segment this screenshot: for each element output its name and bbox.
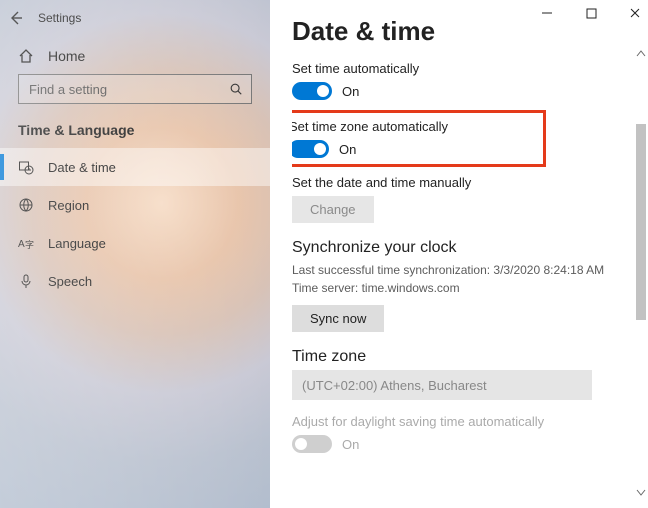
dst-state: On [342,437,359,452]
clock-calendar-icon [18,159,34,175]
maximize-button[interactable] [582,4,600,22]
set-time-auto-label: Set time automatically [292,61,624,76]
sidebar-home[interactable]: Home [18,40,252,74]
back-button[interactable] [6,8,26,28]
manual-label: Set the date and time manually [292,175,624,190]
home-icon [18,48,34,64]
sync-last: Last successful time synchronization: 3/… [292,261,624,279]
sync-heading: Synchronize your clock [292,239,624,257]
sidebar-home-label: Home [48,48,85,64]
search-field[interactable] [27,81,229,98]
scrollbar[interactable] [634,60,648,498]
maximize-icon [586,8,597,19]
scroll-up-icon[interactable] [634,46,648,60]
change-button[interactable]: Change [292,196,374,223]
close-icon [629,7,641,19]
set-tz-auto-toggle[interactable] [292,140,329,158]
minimize-icon [541,7,553,19]
dst-label: Adjust for daylight saving time automati… [292,414,624,429]
dst-toggle [292,435,332,453]
search-input[interactable] [18,74,252,104]
search-icon [229,82,243,96]
sync-now-button[interactable]: Sync now [292,305,384,332]
timezone-select[interactable]: (UTC+02:00) Athens, Bucharest [292,370,592,400]
sidebar-item-region[interactable]: Region [0,186,270,224]
set-time-auto-toggle[interactable] [292,82,332,100]
highlight-box: Set time zone automatically On [292,110,546,167]
language-icon: A字 [18,235,34,251]
svg-text:字: 字 [25,239,34,250]
microphone-icon [18,273,34,289]
set-tz-auto-label: Set time zone automatically [292,119,533,134]
sync-server: Time server: time.windows.com [292,279,624,297]
sidebar-item-label: Region [48,198,89,213]
sidebar-item-date-time[interactable]: Date & time [0,148,270,186]
sidebar-section-title: Time & Language [18,122,252,138]
sidebar-item-speech[interactable]: Speech [0,262,270,300]
window-title: Settings [38,11,81,25]
sidebar-item-label: Speech [48,274,92,289]
globe-icon [18,197,34,213]
main-content: Date & time Set time automatically On Se… [270,0,648,508]
sidebar-item-language[interactable]: A字 Language [0,224,270,262]
arrow-left-icon [8,10,24,26]
timezone-value: (UTC+02:00) Athens, Bucharest [302,378,487,393]
timezone-heading: Time zone [292,348,624,366]
sidebar-item-label: Language [48,236,106,251]
sidebar: Settings Home Time & Language [0,0,270,508]
sidebar-item-label: Date & time [48,160,116,175]
scroll-down-icon[interactable] [634,486,648,500]
set-tz-auto-state: On [339,142,356,157]
minimize-button[interactable] [538,4,556,22]
scrollbar-thumb[interactable] [636,124,646,320]
close-button[interactable] [626,4,644,22]
svg-text:A: A [18,239,25,250]
set-time-auto-state: On [342,84,359,99]
